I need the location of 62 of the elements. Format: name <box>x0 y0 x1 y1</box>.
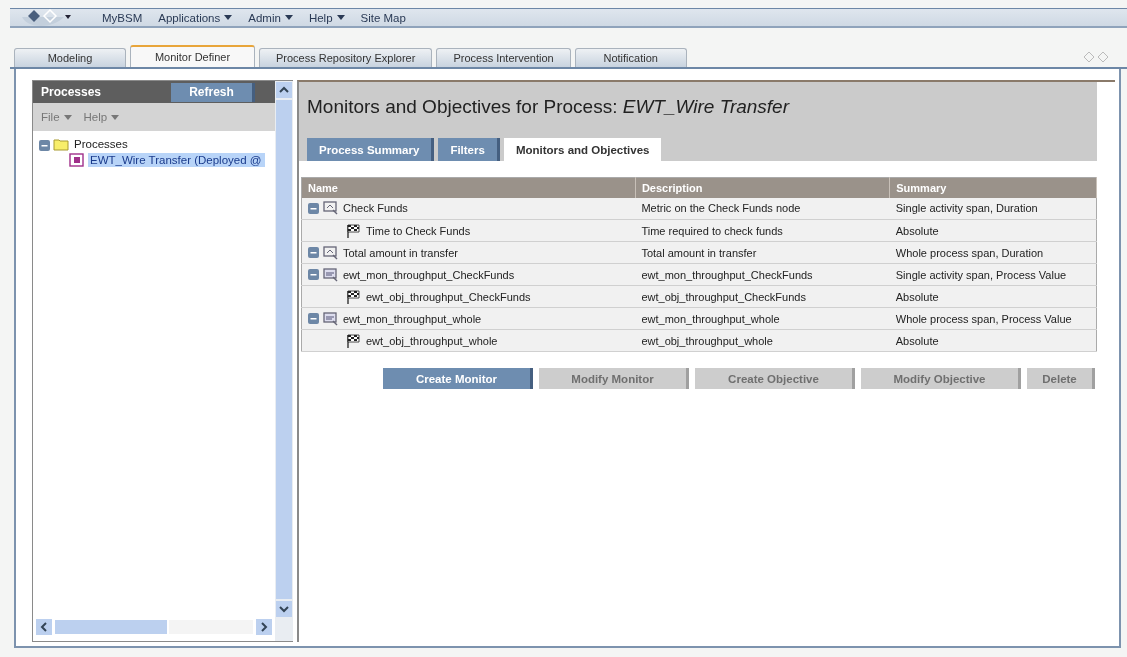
table-cell: ewt_mon_throughput_whole <box>635 307 890 330</box>
column-header: Name <box>301 177 636 198</box>
tab[interactable]: Process Repository Explorer <box>259 48 433 67</box>
row-name[interactable]: Check Funds <box>343 202 408 215</box>
scroll-left-icon[interactable] <box>36 619 52 635</box>
table-cell: Single activity span, Process Value <box>889 263 1097 286</box>
panel-title: Processes <box>41 85 102 99</box>
monitor-icon <box>323 267 339 282</box>
table-cell: Absolute <box>889 329 1097 352</box>
column-header: Description <box>635 177 890 198</box>
checkered-flag-icon <box>346 223 362 238</box>
scroll-down-icon[interactable] <box>276 601 292 617</box>
table-cell: Total amount in transfer <box>635 241 890 264</box>
checkered-flag-icon <box>346 333 362 348</box>
row-name[interactable]: ewt_obj_throughput_CheckFunds <box>366 290 531 303</box>
row-name[interactable]: ewt_obj_throughput_whole <box>366 334 498 347</box>
collapse-icon[interactable] <box>308 202 319 214</box>
row-name[interactable]: Total amount in transfer <box>343 246 458 259</box>
folder-icon <box>53 137 69 151</box>
caret-icon <box>63 114 72 120</box>
menu-item[interactable]: Applications <box>158 11 233 24</box>
tree-item[interactable]: Processes <box>72 137 132 151</box>
tree-item[interactable]: EWT_Wire Transfer (Deployed @ <box>88 153 266 167</box>
table-cell: Metric on the Check Funds node <box>635 197 890 220</box>
scroll-right-icon[interactable] <box>256 619 272 635</box>
table-cell: Single activity span, Duration <box>889 197 1097 220</box>
caret-icon <box>284 15 293 20</box>
monitor-icon <box>323 201 339 216</box>
row-name[interactable]: Time to Check Funds <box>366 224 471 237</box>
tab[interactable]: Monitors and Objectives <box>503 138 662 161</box>
page-title: Monitors and Objectives for Process: EWT_Wire Transfer <box>307 96 791 118</box>
table-cell: Absolute <box>889 219 1097 242</box>
table-cell: Whole process span, Process Value <box>889 307 1097 330</box>
table-cell: Absolute <box>889 285 1097 308</box>
caret-icon <box>111 114 120 120</box>
scroll-up-icon[interactable] <box>276 82 292 98</box>
monitor-icon <box>323 311 339 326</box>
monitor-icon <box>323 245 339 260</box>
caret-icon <box>224 15 233 20</box>
collapse-icon[interactable] <box>308 313 319 324</box>
checkered-flag-icon <box>346 289 362 304</box>
tab[interactable]: Process Intervention <box>436 48 571 67</box>
table-cell: Time required to check funds <box>635 219 890 242</box>
row-name[interactable]: ewt_mon_throughput_whole <box>343 312 482 325</box>
menu-item[interactable]: MyBSM <box>102 11 143 24</box>
collapse-icon[interactable] <box>308 247 319 258</box>
collapse-icon[interactable] <box>308 269 319 280</box>
table-cell: Whole process span, Duration <box>889 241 1097 264</box>
process-icon <box>69 153 85 167</box>
row-name[interactable]: ewt_mon_throughput_CheckFunds <box>343 268 515 281</box>
table-cell: ewt_obj_throughput_CheckFunds <box>635 285 890 308</box>
collapse-icon[interactable] <box>39 140 50 151</box>
menu-item[interactable]: Site Map <box>360 11 406 24</box>
tab[interactable]: Modeling <box>14 48 126 67</box>
table-cell: ewt_mon_throughput_CheckFunds <box>635 263 890 286</box>
column-header: Summary <box>889 177 1097 198</box>
menu-item[interactable]: Admin <box>248 11 293 24</box>
menu-item[interactable]: Help <box>308 11 345 24</box>
tab[interactable]: Monitor Definer <box>130 45 255 67</box>
table-cell: ewt_obj_throughput_whole <box>635 329 890 352</box>
tab[interactable]: Notification <box>574 48 687 67</box>
caret-icon <box>336 15 345 20</box>
